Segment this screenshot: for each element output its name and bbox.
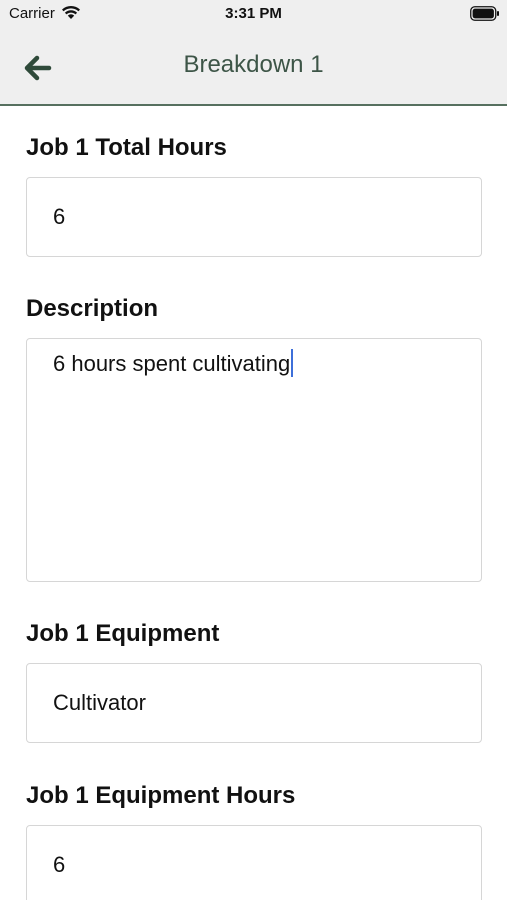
description-label: Description <box>26 295 159 322</box>
total-hours-label: Job 1 Total Hours <box>26 134 227 161</box>
status-time: 3:31 PM <box>225 5 282 22</box>
description-value: 6 hours spent cultivating <box>53 349 294 377</box>
equipment-hours-value: 6 <box>53 852 66 877</box>
description-text: 6 hours spent cultivating <box>53 351 291 376</box>
navigation-bar: Breakdown 1 <box>0 28 507 104</box>
equipment-hours-field[interactable]: 6 <box>26 825 482 900</box>
battery-icon <box>470 6 499 21</box>
total-hours-value: 6 <box>53 204 66 229</box>
equipment-label: Job 1 Equipment <box>26 620 220 647</box>
breakdown-screen: Carrier 3:31 PM Breakdown 1 Job 1 Total … <box>0 0 507 900</box>
equipment-value: Cultivator <box>53 690 146 715</box>
equipment-field[interactable]: Cultivator <box>26 663 482 743</box>
total-hours-field[interactable]: 6 <box>26 177 482 257</box>
status-bar: Carrier 3:31 PM <box>0 0 507 28</box>
equipment-hours-label: Job 1 Equipment Hours <box>26 782 296 809</box>
page-title: Breakdown 1 <box>183 51 324 78</box>
header: Carrier 3:31 PM Breakdown 1 <box>0 0 507 106</box>
text-cursor <box>291 349 294 377</box>
description-field[interactable]: 6 hours spent cultivating <box>26 338 482 582</box>
